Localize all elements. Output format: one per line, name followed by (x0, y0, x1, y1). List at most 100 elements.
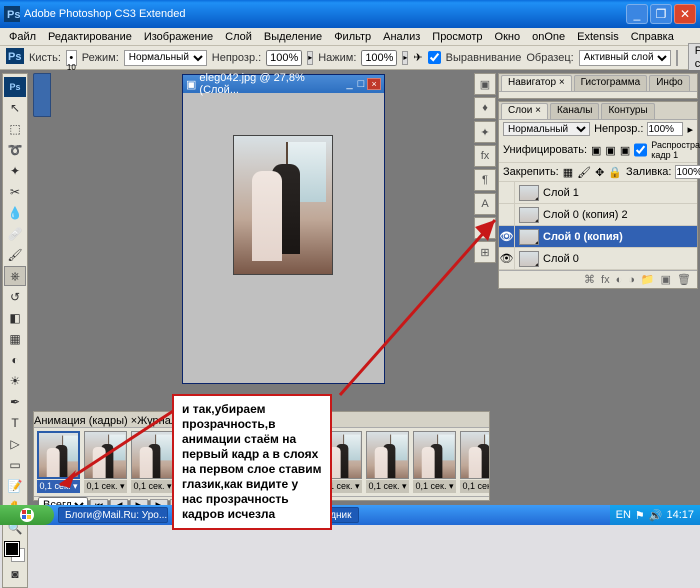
gradient-tool[interactable]: ▦ (4, 329, 26, 349)
mask-icon[interactable]: ◐ (616, 274, 623, 286)
trash-icon[interactable]: 🗑 (677, 273, 691, 286)
menu-слой[interactable]: Слой (220, 31, 257, 43)
layer-name: Слой 1 (543, 187, 579, 199)
vertical-tab[interactable] (33, 73, 51, 117)
panel-tab-icon[interactable]: ¶ (474, 169, 496, 191)
layer-row[interactable]: 👁Слой 0 (копия) (499, 226, 697, 248)
layer-row[interactable]: Слой 0 (копия) 2 (499, 204, 697, 226)
quickmask-tool[interactable]: ◙ (4, 564, 26, 584)
brush-preview[interactable]: •10 (66, 50, 77, 66)
lock-pixel-icon[interactable]: 🖌 (577, 166, 591, 179)
close-button[interactable]: ✕ (674, 4, 696, 24)
crop-tool[interactable]: ✂ (4, 182, 26, 202)
tray-icon[interactable]: ⚑ (635, 509, 645, 522)
menu-просмотр[interactable]: Просмотр (427, 31, 487, 43)
tray-time[interactable]: 14:17 (666, 509, 694, 521)
layer-row[interactable]: 👁Слой 0 (499, 248, 697, 270)
history-brush-tool[interactable]: ↺ (4, 287, 26, 307)
fill-input[interactable] (675, 165, 700, 179)
color-swatch[interactable] (5, 542, 25, 562)
unify-icon[interactable]: ▣ (605, 144, 615, 157)
navigator-panel: Навигатор ×ГистограммаИнфо (498, 73, 698, 99)
blend-mode-select[interactable]: Нормальный (124, 50, 207, 66)
chevron-icon[interactable]: ▸ (687, 123, 693, 136)
menu-окно[interactable]: Окно (490, 31, 526, 43)
type-tool[interactable]: T (4, 413, 26, 433)
doc-max-icon[interactable]: □ (358, 78, 365, 90)
shape-tool[interactable]: ▭ (4, 455, 26, 475)
flow-chevron-icon[interactable]: ▸ (402, 51, 408, 65)
link-icon[interactable]: ⌘ (584, 273, 595, 286)
fill-label: Заливка: (626, 166, 671, 178)
path-tool[interactable]: ▷ (4, 434, 26, 454)
tab[interactable]: Каналы (550, 103, 600, 119)
lock-trans-icon[interactable]: ▦ (563, 166, 573, 179)
opacity-input[interactable] (266, 50, 302, 66)
opacity-chevron-icon[interactable]: ▸ (307, 51, 313, 65)
tab[interactable]: Гистограмма (574, 75, 648, 91)
tab[interactable]: Навигатор × (501, 75, 572, 91)
unify-icon[interactable]: ▣ (620, 144, 630, 157)
stamp-tool[interactable]: ⎈ (4, 266, 26, 286)
tray-lang[interactable]: EN (616, 509, 631, 521)
lock-pos-icon[interactable]: ✥ (595, 166, 604, 179)
menu-extensis[interactable]: Extensis (572, 31, 624, 43)
menu-анализ[interactable]: Анализ (378, 31, 425, 43)
lock-all-icon[interactable]: 🔒 (608, 166, 622, 179)
animation-frame[interactable]: 100,1 сек. ▾ (460, 431, 489, 493)
animation-frame[interactable]: 90,1 сек. ▾ (413, 431, 456, 493)
pen-tool[interactable]: ✒ (4, 392, 26, 412)
adj-icon[interactable]: ◑ (628, 274, 635, 286)
tray-icon[interactable]: 🔊 (649, 509, 663, 522)
move-tool[interactable]: ↖ (4, 98, 26, 118)
doc-min-icon[interactable]: _ (347, 78, 353, 90)
sample-select[interactable]: Активный слой (579, 50, 671, 66)
airbrush-icon[interactable]: ✈ (413, 51, 422, 64)
fx-icon[interactable]: fx (601, 274, 610, 286)
menu-справка[interactable]: Справка (626, 31, 679, 43)
eraser-tool[interactable]: ◧ (4, 308, 26, 328)
dodge-tool[interactable]: ☀ (4, 371, 26, 391)
menu-выделение[interactable]: Выделение (259, 31, 327, 43)
doc-close-icon[interactable]: × (367, 78, 381, 90)
menu-файл[interactable]: Файл (4, 31, 41, 43)
workspace-button[interactable]: Рабочая среда ▾ (688, 43, 700, 72)
tab[interactable]: Инфо (649, 75, 690, 91)
layer-name: Слой 0 (копия) (543, 231, 623, 243)
canvas[interactable] (233, 135, 333, 275)
maximize-button[interactable]: ❐ (650, 4, 672, 24)
tab[interactable]: Контуры (601, 103, 654, 119)
layer-blend-select[interactable]: Нормальный (503, 122, 590, 136)
notes-tool[interactable]: 📝 (4, 476, 26, 496)
taskbar-item[interactable]: Блоги@Mail.Ru: Уро... (58, 507, 168, 523)
panel-tab-icon[interactable]: ✦ (474, 121, 496, 143)
menu-onone[interactable]: onOne (527, 31, 570, 43)
folder-icon[interactable]: 📁 (641, 273, 655, 286)
propagate-checkbox[interactable] (634, 143, 647, 157)
animation-frame[interactable]: 80,1 сек. ▾ (366, 431, 409, 493)
visibility-icon[interactable] (499, 182, 515, 203)
layer-row[interactable]: Слой 1 (499, 182, 697, 204)
minimize-button[interactable]: _ (626, 4, 648, 24)
panel-tab-icon[interactable]: ▣ (474, 73, 496, 95)
blur-tool[interactable]: ◐ (4, 350, 26, 370)
layer-opacity-input[interactable] (647, 122, 683, 136)
sample-icon[interactable] (676, 50, 678, 66)
lasso-tool[interactable]: ➰ (4, 140, 26, 160)
menu-фильтр[interactable]: Фильтр (329, 31, 376, 43)
marquee-tool[interactable]: ⬚ (4, 119, 26, 139)
menu-изображение[interactable]: Изображение (139, 31, 218, 43)
align-checkbox[interactable] (428, 51, 441, 64)
unify-icon[interactable]: ▣ (591, 144, 601, 157)
new-layer-icon[interactable]: ▣ (661, 273, 671, 286)
eyedropper-tool[interactable]: 💧 (4, 203, 26, 223)
panel-tab-icon[interactable]: fx (474, 145, 496, 167)
wand-tool[interactable]: ✦ (4, 161, 26, 181)
start-button[interactable] (0, 505, 54, 525)
panel-tab-icon[interactable]: ♦ (474, 97, 496, 119)
brush-tool[interactable]: 🖌 (4, 245, 26, 265)
flow-input[interactable] (361, 50, 397, 66)
menu-редактирование[interactable]: Редактирование (43, 31, 137, 43)
healing-tool[interactable]: 🩹 (4, 224, 26, 244)
tab[interactable]: Слои × (501, 103, 548, 119)
